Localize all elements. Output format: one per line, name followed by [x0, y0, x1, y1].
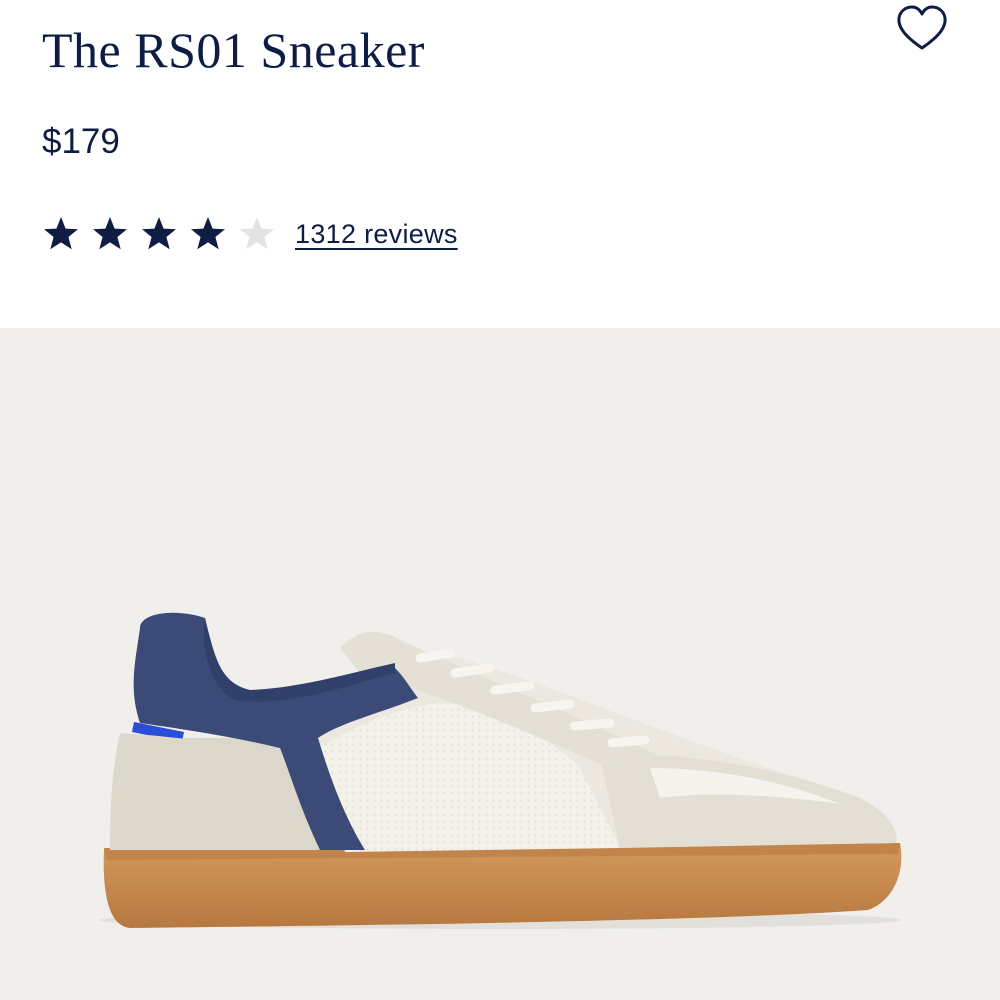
sneaker-image	[100, 612, 902, 929]
reviews-link[interactable]: 1312 reviews	[295, 216, 458, 252]
product-image	[0, 328, 1000, 1000]
star-filled-icon	[142, 217, 176, 250]
star-filled-icon	[191, 217, 225, 250]
product-title: The RS01 Sneaker	[42, 22, 425, 78]
star-rating	[42, 215, 287, 253]
product-rating: 1312 reviews	[42, 212, 458, 256]
product-page: The RS01 Sneaker $179 1312 reviews	[0, 0, 1000, 1000]
heart-outline-icon	[897, 5, 947, 50]
wishlist-button[interactable]	[893, 2, 951, 56]
product-price: $179	[42, 122, 120, 161]
star-empty-icon	[240, 217, 274, 250]
star-filled-icon	[93, 217, 127, 250]
star-filled-icon	[44, 217, 78, 250]
